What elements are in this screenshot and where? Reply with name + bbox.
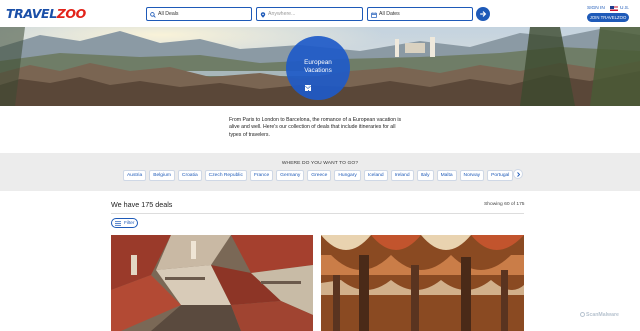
dates-input[interactable]: All Dates (367, 7, 473, 21)
country-chip[interactable]: Austria (123, 170, 147, 181)
country-chip[interactable]: Norway (459, 170, 485, 181)
travelzoo-logo[interactable]: TRAVELZOO (6, 6, 86, 21)
us-flag-icon[interactable] (610, 6, 618, 11)
search-icon (150, 11, 156, 18)
site-header: TRAVELZOO All Deals Anywhere... All Date… (0, 0, 640, 27)
watermark-text: ScanMalware (586, 312, 619, 318)
email-icon[interactable] (305, 85, 331, 91)
deal-count: We have 175 deals (111, 200, 173, 209)
country-chip-list: Austria Belgium Croatia Czech Republic Franc… (123, 170, 513, 182)
country-chip[interactable]: Czech Republic (204, 170, 247, 181)
deals-search-input[interactable]: All Deals (146, 7, 252, 21)
country-chip[interactable]: Ireland (390, 170, 414, 181)
deal-card-image[interactable] (111, 235, 313, 331)
hero-title-line1: European (304, 59, 332, 66)
country-chip[interactable]: Germany (276, 170, 305, 181)
hero-title-badge: European Vacations (286, 36, 350, 100)
where-to-go-heading: WHERE DO YOU WANT TO GO? (281, 161, 359, 166)
country-selector[interactable]: U.S. (620, 6, 629, 11)
shield-icon (580, 312, 585, 317)
country-chip[interactable]: Croatia (177, 170, 202, 181)
divider (111, 213, 524, 214)
logo-travel-text: TRAVEL (6, 6, 57, 21)
country-chip[interactable]: France (249, 170, 274, 181)
filter-button[interactable]: Filter (111, 218, 138, 228)
x-twitter-icon[interactable] (305, 85, 321, 91)
arrow-right-icon (480, 11, 487, 17)
hero-banner: European Vacations (0, 27, 640, 106)
deals-search-value: All Deals (158, 11, 179, 17)
country-chip[interactable]: Portugal (487, 170, 513, 181)
chips-next-button[interactable] (513, 169, 523, 179)
deal-card-image[interactable] (321, 235, 524, 331)
scanmalware-watermark: ScanMalware (580, 312, 619, 318)
country-chip[interactable]: Greece (307, 170, 332, 181)
showing-count: Showing 60 of 175 (484, 202, 525, 207)
chevron-right-icon (516, 171, 520, 177)
filter-icon (115, 221, 121, 226)
country-chip[interactable]: Iceland (363, 170, 388, 181)
country-chip[interactable]: Belgium (149, 170, 175, 181)
share-icons (305, 85, 331, 91)
cordoba-mosque-arches-image (321, 235, 524, 331)
intro-text: From Paris to London to Barcelona, the r… (229, 117, 402, 138)
where-input[interactable]: Anywhere... (256, 7, 363, 21)
location-pin-icon (260, 11, 266, 18)
where-placeholder: Anywhere... (268, 11, 296, 17)
calendar-icon (371, 11, 377, 18)
country-chip[interactable]: Italy (416, 170, 434, 181)
sign-in-link[interactable]: SIGN IN (587, 6, 605, 11)
hero-title-line2: Vacations (304, 67, 332, 74)
search-go-button[interactable] (476, 7, 490, 21)
filter-label: Filter (124, 220, 135, 225)
country-chip[interactable]: Hungary (334, 170, 361, 181)
hero-title: European Vacations (286, 59, 350, 75)
country-chip[interactable]: Malta (436, 170, 457, 181)
dates-value: All Dates (379, 11, 400, 17)
prague-rooftops-image (111, 235, 313, 331)
join-travelzoo-button[interactable]: JOIN TRAVELZOO (587, 13, 629, 22)
logo-zoo-text: ZOO (56, 6, 87, 21)
